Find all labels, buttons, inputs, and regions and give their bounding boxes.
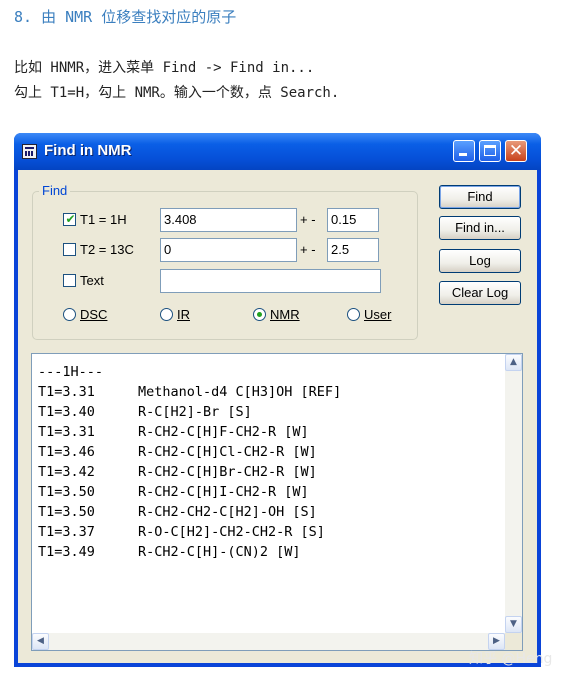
- vertical-scrollbar[interactable]: ▲ ▼: [505, 354, 522, 633]
- radio-user[interactable]: [347, 308, 360, 321]
- t1-tolerance-input[interactable]: 0.15: [327, 208, 379, 232]
- close-button[interactable]: ✕: [505, 140, 527, 162]
- radio-dsc-label: DSC: [80, 307, 108, 322]
- watermark: 知乎 @Heng: [469, 651, 553, 667]
- result-row: T1=3.49 R-CH2-C[H]-(CN)2 [W]: [38, 542, 341, 562]
- radio-dsc[interactable]: [63, 308, 76, 321]
- result-desc: R-C[H2]-Br [S]: [138, 404, 252, 420]
- t1-plus-minus-label: + -: [300, 212, 316, 227]
- result-t1: T1=3.50: [38, 484, 95, 500]
- t1-value-input[interactable]: 3.408: [160, 208, 297, 232]
- find-button[interactable]: Find: [439, 185, 521, 209]
- radio-nmr-label: NMR: [270, 307, 300, 322]
- result-row: T1=3.31 R-CH2-C[H]F-CH2-R [W]: [38, 422, 341, 442]
- result-desc: R-CH2-CH2-C[H2]-OH [S]: [138, 504, 317, 520]
- result-desc: R-CH2-C[H]F-CH2-R [W]: [138, 424, 309, 440]
- check-icon: ✔: [65, 212, 76, 226]
- scroll-up-icon[interactable]: ▲: [505, 354, 522, 371]
- horizontal-scrollbar[interactable]: ◀ ▶: [32, 633, 505, 650]
- t2-tolerance-input[interactable]: 2.5: [327, 238, 379, 262]
- find-group-legend: Find: [39, 183, 71, 198]
- radio-ir-label: IR: [177, 307, 190, 322]
- result-t1: T1=3.37: [38, 524, 95, 540]
- result-row: T1=3.42 R-CH2-C[H]Br-CH2-R [W]: [38, 462, 341, 482]
- log-button[interactable]: Log: [439, 249, 521, 273]
- result-t1: T1=3.42: [38, 464, 95, 480]
- result-desc: R-O-C[H2]-CH2-CH2-R [S]: [138, 524, 325, 540]
- scroll-left-icon[interactable]: ◀: [32, 633, 49, 650]
- title-bar[interactable]: Find in NMR ✕: [14, 133, 541, 170]
- t1-checkbox[interactable]: ✔: [63, 212, 76, 226]
- text-search-input[interactable]: [160, 269, 381, 293]
- result-row: T1=3.37 R-O-C[H2]-CH2-CH2-R [S]: [38, 522, 341, 542]
- result-t1: T1=3.31: [38, 384, 95, 400]
- maximize-button[interactable]: [479, 140, 501, 162]
- dialog-client: Find ✔ T1 = 1H 3.408 + - 0.15 T2 = 13C 0…: [18, 170, 537, 663]
- result-row: T1=3.40 R-C[H2]-Br [S]: [38, 402, 341, 422]
- minimize-button[interactable]: [453, 140, 475, 162]
- result-t1: T1=3.40: [38, 404, 95, 420]
- result-desc: R-CH2-C[H]I-CH2-R [W]: [138, 484, 309, 500]
- results-header: ---1H---: [38, 364, 104, 380]
- result-row: T1=3.50 R-CH2-CH2-C[H2]-OH [S]: [38, 502, 341, 522]
- clear-log-button[interactable]: Clear Log: [439, 281, 521, 305]
- t2-label: T2 = 13C: [80, 242, 134, 257]
- result-row: T1=3.50 R-CH2-C[H]I-CH2-R [W]: [38, 482, 341, 502]
- t2-plus-minus-label: + -: [300, 242, 316, 257]
- scroll-down-icon[interactable]: ▼: [505, 616, 522, 633]
- article-heading: 8. 由 NMR 位移查找对应的原子: [14, 8, 237, 26]
- minimize-icon: [459, 153, 467, 156]
- radio-user-label: User: [364, 307, 392, 322]
- result-row: T1=3.31 Methanol-d4 C[H3]OH [REF]: [38, 382, 341, 402]
- result-t1: T1=3.46: [38, 444, 95, 460]
- radio-ir[interactable]: [160, 308, 173, 321]
- result-desc: Methanol-d4 C[H3]OH [REF]: [138, 384, 342, 400]
- radio-nmr[interactable]: [253, 308, 266, 321]
- result-desc: R-CH2-C[H]Cl-CH2-R [W]: [138, 444, 317, 460]
- result-t1: T1=3.50: [38, 504, 95, 520]
- maximize-icon: [484, 145, 496, 156]
- article-line-1: 比如 HNMR，进入菜单 Find -> Find in...: [14, 60, 315, 76]
- text-label: Text: [80, 273, 104, 288]
- results-text: ---1H--- T1=3.31 Methanol-d4 C[H3]OH [REF…: [38, 362, 341, 562]
- text-checkbox[interactable]: [63, 274, 76, 287]
- result-row: T1=3.46 R-CH2-C[H]Cl-CH2-R [W]: [38, 442, 341, 462]
- result-desc: R-CH2-C[H]Br-CH2-R [W]: [138, 464, 317, 480]
- find-groupbox: Find ✔ T1 = 1H 3.408 + - 0.15 T2 = 13C 0…: [32, 183, 418, 340]
- results-output[interactable]: ---1H--- T1=3.31 Methanol-d4 C[H3]OH [REF…: [31, 353, 523, 651]
- close-icon: ✕: [508, 141, 524, 161]
- t2-value-input[interactable]: 0: [160, 238, 297, 262]
- window-title: Find in NMR: [44, 142, 132, 159]
- app-icon[interactable]: [22, 144, 37, 159]
- find-in-button[interactable]: Find in...: [439, 216, 521, 240]
- find-in-nmr-window: Find in NMR ✕ Find ✔ T1 = 1H 3.408 + - 0…: [14, 133, 541, 667]
- article-line-2: 勾上 T1=H，勾上 NMR。输入一个数，点 Search.: [14, 85, 340, 101]
- radio-selected-dot: [257, 312, 262, 317]
- result-desc: R-CH2-C[H]-(CN)2 [W]: [138, 544, 301, 560]
- t2-checkbox[interactable]: [63, 243, 76, 256]
- t1-label: T1 = 1H: [80, 212, 127, 227]
- result-t1: T1=3.31: [38, 424, 95, 440]
- result-t1: T1=3.49: [38, 544, 95, 560]
